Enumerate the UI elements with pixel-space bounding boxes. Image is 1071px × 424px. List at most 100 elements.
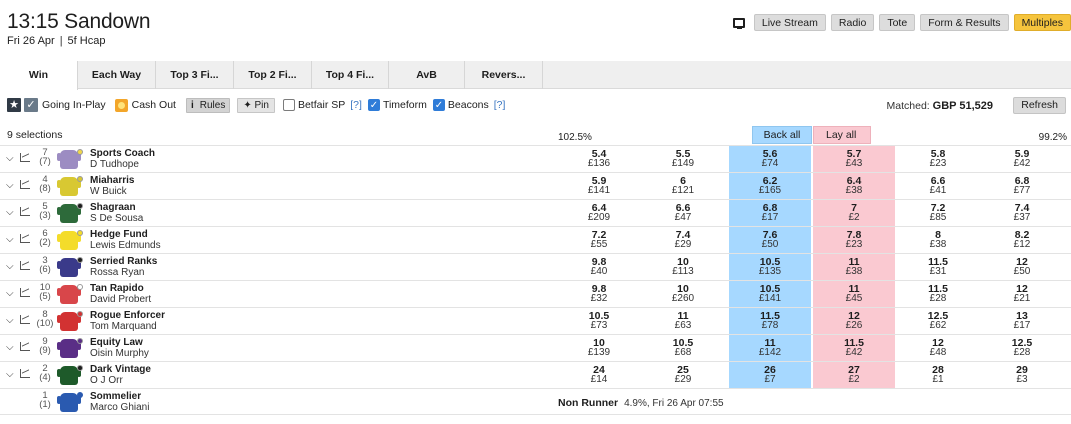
lay-all-button[interactable]: Lay all	[813, 126, 871, 144]
price-cell-lay-2[interactable]: 28 £1	[897, 362, 979, 388]
tab-top-4[interactable]: Top 4 Fi...	[312, 61, 389, 89]
chevron-down-icon[interactable]: ⌵	[6, 207, 14, 218]
price-cell-lay-3[interactable]: 8.2 £12	[981, 227, 1063, 253]
chart-icon[interactable]	[20, 342, 30, 351]
price-cell-lay-2[interactable]: 11.5 £28	[897, 281, 979, 307]
price-cell-back-best[interactable]: 26 £7	[729, 362, 811, 388]
price-cell-lay-2[interactable]: 5.8 £23	[897, 146, 979, 172]
tab-reverse[interactable]: Revers...	[465, 61, 543, 89]
chevron-down-icon[interactable]: ⌵	[6, 180, 14, 191]
chevron-down-icon[interactable]: ⌵	[6, 342, 14, 353]
tab-each-way[interactable]: Each Way	[78, 61, 156, 89]
price-cell-lay-3[interactable]: 5.9 £42	[981, 146, 1063, 172]
price-cell-back-best[interactable]: 6.2 £165	[729, 173, 811, 199]
tab-top-3[interactable]: Top 3 Fi...	[156, 61, 234, 89]
price-cell-back-2[interactable]: 10 £113	[642, 254, 724, 280]
chevron-down-icon[interactable]: ⌵	[6, 315, 14, 326]
price-cell-lay-2[interactable]: 6.6 £41	[897, 173, 979, 199]
tab-top-2[interactable]: Top 2 Fi...	[234, 61, 312, 89]
radio-button[interactable]: Radio	[830, 14, 875, 31]
price-cell-back-2[interactable]: 6 £121	[642, 173, 724, 199]
price-cell-back-best[interactable]: 11 £142	[729, 335, 811, 361]
stake-value: £113	[672, 266, 694, 277]
price-cell-lay-best[interactable]: 11 £38	[813, 254, 895, 280]
betfair-sp-checkbox[interactable]	[282, 99, 295, 111]
price-cell-lay-3[interactable]: 12.5 £28	[981, 335, 1063, 361]
price-cell-back-3[interactable]: 5.9 £141	[558, 173, 640, 199]
price-cell-lay-2[interactable]: 12.5 £62	[897, 308, 979, 334]
tote-button[interactable]: Tote	[879, 14, 916, 31]
price-cell-lay-best[interactable]: 11.5 £42	[813, 335, 895, 361]
price-cell-back-2[interactable]: 6.6 £47	[642, 200, 724, 226]
back-all-button[interactable]: Back all	[752, 126, 812, 144]
chart-icon[interactable]	[20, 234, 30, 243]
price-cell-back-best[interactable]: 6.8 £17	[729, 200, 811, 226]
price-cell-lay-best[interactable]: 5.7 £43	[813, 146, 895, 172]
checkbox-icon[interactable]: ✓	[24, 98, 38, 112]
price-cell-lay-best[interactable]: 7.8 £23	[813, 227, 895, 253]
chevron-down-icon[interactable]: ⌵	[6, 153, 14, 164]
chart-icon[interactable]	[20, 153, 30, 162]
draw-number: (2)	[39, 237, 51, 248]
price-cell-back-3[interactable]: 7.2 £55	[558, 227, 640, 253]
star-icon[interactable]: ★	[7, 98, 21, 112]
jockey-name: S De Sousa	[90, 213, 144, 224]
price-cell-lay-3[interactable]: 12 £21	[981, 281, 1063, 307]
live-stream-button[interactable]: Live Stream	[753, 14, 826, 31]
rules-button[interactable]: i Rules	[185, 97, 231, 113]
price-cell-lay-2[interactable]: 8 £38	[897, 227, 979, 253]
chevron-down-icon[interactable]: ⌵	[6, 261, 14, 272]
price-cell-lay-2[interactable]: 7.2 £85	[897, 200, 979, 226]
chart-icon[interactable]	[20, 261, 30, 270]
price-cell-back-3[interactable]: 24 £14	[558, 362, 640, 388]
price-cell-lay-best[interactable]: 11 £45	[813, 281, 895, 307]
help-link-sp[interactable]: [?]	[350, 99, 362, 111]
price-cell-lay-2[interactable]: 11.5 £31	[897, 254, 979, 280]
price-cell-back-best[interactable]: 5.6 £74	[729, 146, 811, 172]
price-cell-back-3[interactable]: 6.4 £209	[558, 200, 640, 226]
pin-button[interactable]: ✦ Pin	[237, 97, 275, 113]
price-cell-back-3[interactable]: 9.8 £40	[558, 254, 640, 280]
price-cell-lay-3[interactable]: 13 £17	[981, 308, 1063, 334]
price-cell-back-2[interactable]: 10.5 £68	[642, 335, 724, 361]
price-cell-lay-3[interactable]: 7.4 £37	[981, 200, 1063, 226]
timeform-checkbox[interactable]: ✓	[367, 99, 380, 111]
price-cell-lay-best[interactable]: 12 £26	[813, 308, 895, 334]
tab-avb[interactable]: AvB	[389, 61, 465, 89]
form-results-button[interactable]: Form & Results	[920, 14, 1009, 31]
price-cell-back-2[interactable]: 5.5 £149	[642, 146, 724, 172]
chart-icon[interactable]	[20, 180, 30, 189]
price-cell-lay-3[interactable]: 12 £50	[981, 254, 1063, 280]
price-cell-back-3[interactable]: 10 £139	[558, 335, 640, 361]
price-cell-lay-3[interactable]: 6.8 £77	[981, 173, 1063, 199]
chevron-down-icon[interactable]: ⌵	[6, 234, 14, 245]
tab-win[interactable]: Win	[0, 61, 78, 90]
price-cell-back-best[interactable]: 10.5 £135	[729, 254, 811, 280]
chevron-down-icon[interactable]: ⌵	[6, 369, 14, 380]
chart-icon[interactable]	[20, 369, 30, 378]
chart-icon[interactable]	[20, 315, 30, 324]
chart-icon[interactable]	[20, 207, 30, 216]
price-cell-back-3[interactable]: 9.8 £32	[558, 281, 640, 307]
price-cell-back-3[interactable]: 5.4 £136	[558, 146, 640, 172]
price-cell-back-2[interactable]: 11 £63	[642, 308, 724, 334]
price-cell-back-2[interactable]: 7.4 £29	[642, 227, 724, 253]
price-cell-lay-2[interactable]: 12 £48	[897, 335, 979, 361]
chevron-down-icon[interactable]: ⌵	[6, 288, 14, 299]
price-cell-back-best[interactable]: 11.5 £78	[729, 308, 811, 334]
price-cell-back-2[interactable]: 10 £260	[642, 281, 724, 307]
price-cell-back-best[interactable]: 10.5 £141	[729, 281, 811, 307]
price-cell-lay-best[interactable]: 6.4 £38	[813, 173, 895, 199]
refresh-button[interactable]: Refresh	[1013, 97, 1066, 114]
price-cell-lay-best[interactable]: 27 £2	[813, 362, 895, 388]
price-cell-back-3[interactable]: 10.5 £73	[558, 308, 640, 334]
price-cell-back-best[interactable]: 7.6 £50	[729, 227, 811, 253]
beacons-checkbox[interactable]: ✓	[432, 99, 445, 111]
price-cell-back-2[interactable]: 25 £29	[642, 362, 724, 388]
price-cell-lay-3[interactable]: 29 £3	[981, 362, 1063, 388]
price-cell-lay-best[interactable]: 7 £2	[813, 200, 895, 226]
multiples-button[interactable]: Multiples	[1013, 14, 1071, 31]
chart-icon[interactable]	[20, 288, 30, 297]
help-link-beacons[interactable]: [?]	[494, 99, 506, 111]
stake-value: £62	[929, 320, 947, 331]
